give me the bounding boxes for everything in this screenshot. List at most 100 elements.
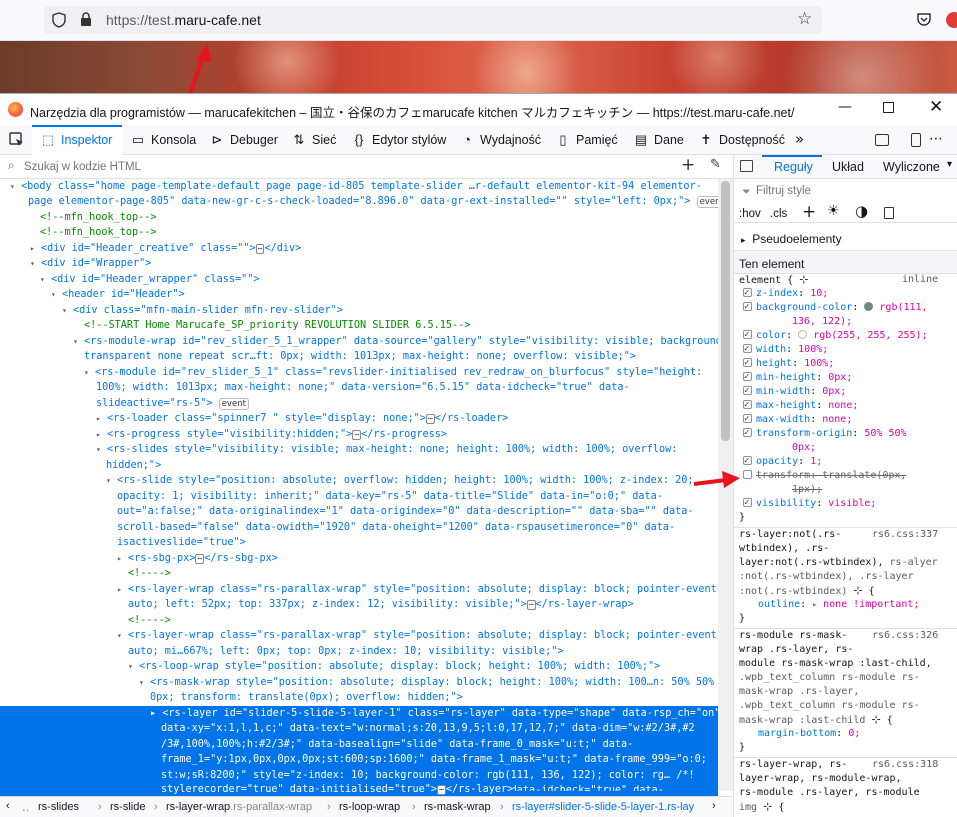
pseudo-elements-header[interactable]: ▸ Pseudoelementy <box>741 232 951 246</box>
prop-name[interactable]: min-height <box>756 372 816 383</box>
declaration-checkbox[interactable] <box>743 426 752 440</box>
minimize-button[interactable]: — <box>838 99 852 115</box>
breadcrumb-item[interactable]: rs-loop-wrap <box>339 801 400 813</box>
declaration-checkbox[interactable] <box>743 370 752 384</box>
collapsed-children-icon[interactable]: ⋯ <box>526 600 536 610</box>
print-media-icon[interactable] <box>884 207 894 219</box>
hov-toggle[interactable]: :hov <box>739 208 761 220</box>
prop-name[interactable]: width <box>756 344 786 355</box>
selected-markup-line[interactable]: ▸ <rs-layer id="slider-5-slide-5-layer-1… <box>150 706 718 722</box>
selected-markup-line[interactable]: /3#,100%,100%;h:#2/3#;" data-basealign="… <box>161 737 634 753</box>
markup-line[interactable]: slideactive="rs-5"> event <box>96 396 249 412</box>
breadcrumb-next-icon[interactable]: › <box>712 800 716 812</box>
prop-name[interactable]: transform <box>756 470 810 481</box>
prop-name[interactable]: transform-origin <box>756 428 852 439</box>
markup-scrollbar-thumb[interactable] <box>721 181 730 441</box>
toggle-sidebar-icon[interactable] <box>740 160 753 172</box>
rule-selector[interactable]: :not(.rs-wtbindex) ⊹ { <box>739 584 875 599</box>
markup-line[interactable]: ▸ <rs-loader class="spinner7 " style="di… <box>96 411 508 427</box>
declaration-checkbox[interactable] <box>743 496 752 510</box>
prop-value[interactable]: 0px; <box>828 372 852 383</box>
rule-selector[interactable]: mask-wrap .rs-layer, <box>739 685 859 699</box>
markup-line[interactable]: ▸ <rs-sbg-px> ⋯ </rs-sbg-px> <box>117 551 278 567</box>
markup-line[interactable]: out="a:false;" data-originalindex="1" da… <box>117 504 694 520</box>
declaration[interactable]: max-width: none; <box>743 412 852 427</box>
declaration-checkbox[interactable] <box>743 328 752 342</box>
shield-icon[interactable] <box>52 12 66 28</box>
rule-selector[interactable]: wrap .rs-layer, rs- <box>739 643 853 657</box>
rule-selector[interactable]: rs-layer-wrap, rs- <box>739 758 847 772</box>
declaration-checkbox[interactable] <box>743 470 752 479</box>
prop-value[interactable]: 100%; <box>804 358 834 369</box>
markup-line[interactable]: opacity: 1; visibility: inherit;" data-k… <box>117 489 663 505</box>
prop-name[interactable]: opacity <box>756 456 798 467</box>
declaration-checkbox[interactable] <box>743 286 752 300</box>
comment-node[interactable]: <!--START Home Marucafe_SP_priority REVO… <box>84 318 470 334</box>
markup-line[interactable]: ▾ <div id="Header_wrapper" class=""> <box>40 272 260 288</box>
add-node-button[interactable]: + <box>681 155 695 175</box>
event-badge[interactable]: event <box>696 196 718 208</box>
rule-selector[interactable]: mask-wrap :last-child ⊹ { <box>739 713 893 728</box>
prop-name[interactable]: background-color <box>756 302 852 313</box>
rule-selector[interactable]: :not(.rs-wtbindex), .rs-layer <box>739 570 914 584</box>
markup-line[interactable]: scroll-based="false" data-owidth="1920" … <box>117 520 675 536</box>
declaration[interactable]: width: 100%; <box>743 342 828 357</box>
prop-value[interactable]: rgb(111, <box>879 302 927 313</box>
breadcrumb-item[interactable]: rs-layer-wrap.rs-parallax-wrap <box>166 801 312 813</box>
rule-selector[interactable]: wtbindex), .rs- <box>739 542 829 556</box>
prop-value[interactable]: rgb(255, 255, 255); <box>813 330 927 341</box>
highlight-icon[interactable]: ⊹ <box>871 713 880 726</box>
declaration[interactable]: color: rgb(255, 255, 255); <box>743 328 928 343</box>
more-tabs-chevron-icon[interactable]: » <box>795 130 804 148</box>
prop-name[interactable]: color <box>756 330 786 341</box>
rule-selector[interactable]: img ⊹ { <box>739 800 784 815</box>
responsive-design-icon[interactable] <box>875 134 889 146</box>
prop-value[interactable]: none; <box>822 414 852 425</box>
prop-value[interactable]: none; <box>828 400 858 411</box>
declaration-checkbox[interactable] <box>743 412 752 426</box>
more-options-icon[interactable]: ⋯ <box>929 131 943 147</box>
extension-icon[interactable] <box>946 12 957 28</box>
markup-line[interactable]: page elementor-page-805" data-new-gr-c-s… <box>28 194 718 210</box>
collapsed-children-icon[interactable]: ⋯ <box>195 554 205 564</box>
breadcrumb-item[interactable]: rs-mask-wrap <box>424 801 491 813</box>
markup-line[interactable]: ▾ <div id="Wrapper"> <box>30 256 151 272</box>
declaration-checkbox[interactable] <box>743 356 752 370</box>
highlight-icon[interactable]: ⊹ <box>799 273 808 286</box>
tab-inspector[interactable]: ⬚ Inspektor <box>40 132 113 148</box>
declaration[interactable]: min-width: 0px; <box>743 384 846 399</box>
cls-toggle[interactable]: .cls <box>770 208 787 220</box>
declaration[interactable]: background-color: rgb(111, <box>743 300 928 315</box>
collapsed-children-icon[interactable]: ⋯ <box>425 414 435 424</box>
markup-line[interactable]: ▾ <div class="mfn-main-slider mfn-rev-sl… <box>62 303 343 319</box>
breadcrumb-item-current[interactable]: rs-layer#slider-5-slide-5-layer-1.rs-lay <box>512 801 694 813</box>
declaration[interactable]: height: 100%; <box>743 356 834 371</box>
markup-line[interactable]: ▾ <rs-layer-wrap class="rs-parallax-wrap… <box>117 628 718 644</box>
light-theme-icon[interactable]: ☀ <box>827 203 840 219</box>
rule-selector[interactable]: rs-layer:not(.rs- <box>739 528 841 542</box>
markup-line[interactable]: ▾ <rs-module-wrap id="rev_slider_5_1_wra… <box>73 334 718 350</box>
markup-line[interactable]: ▸ <div id="Header_creative" class=""> ⋯ </… <box>30 241 301 257</box>
prop-value[interactable]: 1; <box>810 456 822 467</box>
declaration-checkbox[interactable] <box>743 454 752 468</box>
tab-performance[interactable]: ◔ Wydajność <box>459 132 541 147</box>
tab-style-editor[interactable]: {} Edytor stylów <box>351 132 447 147</box>
markup-line[interactable]: ▾ <rs-slide style="position: absolute; o… <box>106 473 694 489</box>
rule-source[interactable]: rs6.css:337 <box>872 528 938 542</box>
tab-console[interactable]: ▭ Konsola <box>130 132 196 148</box>
comment-node[interactable]: <!----> <box>128 613 171 629</box>
url-text[interactable]: https://test.maru-cafe.net <box>106 12 261 28</box>
declaration[interactable]: min-height: 0px; <box>743 370 852 385</box>
declaration-checkbox[interactable] <box>743 300 752 314</box>
rule-selector[interactable]: layer:not(.rs-wtbindex), rs-alyer <box>739 556 938 570</box>
prop-value[interactable]: 100%; <box>798 344 828 355</box>
declaration-checkbox[interactable] <box>743 342 752 356</box>
markup-line[interactable]: 100%; width: 1013px; max-height: none;" … <box>96 380 630 396</box>
prop-name[interactable]: max-width <box>756 414 810 425</box>
prop-value[interactable]: none !important; <box>823 599 919 610</box>
markup-line[interactable]: hidden;"> <box>106 458 161 474</box>
search-html-input[interactable] <box>24 158 624 175</box>
prop-value[interactable]: 10; <box>810 288 828 299</box>
event-badge[interactable]: event <box>218 398 249 410</box>
declaration-checkbox[interactable] <box>743 398 752 412</box>
